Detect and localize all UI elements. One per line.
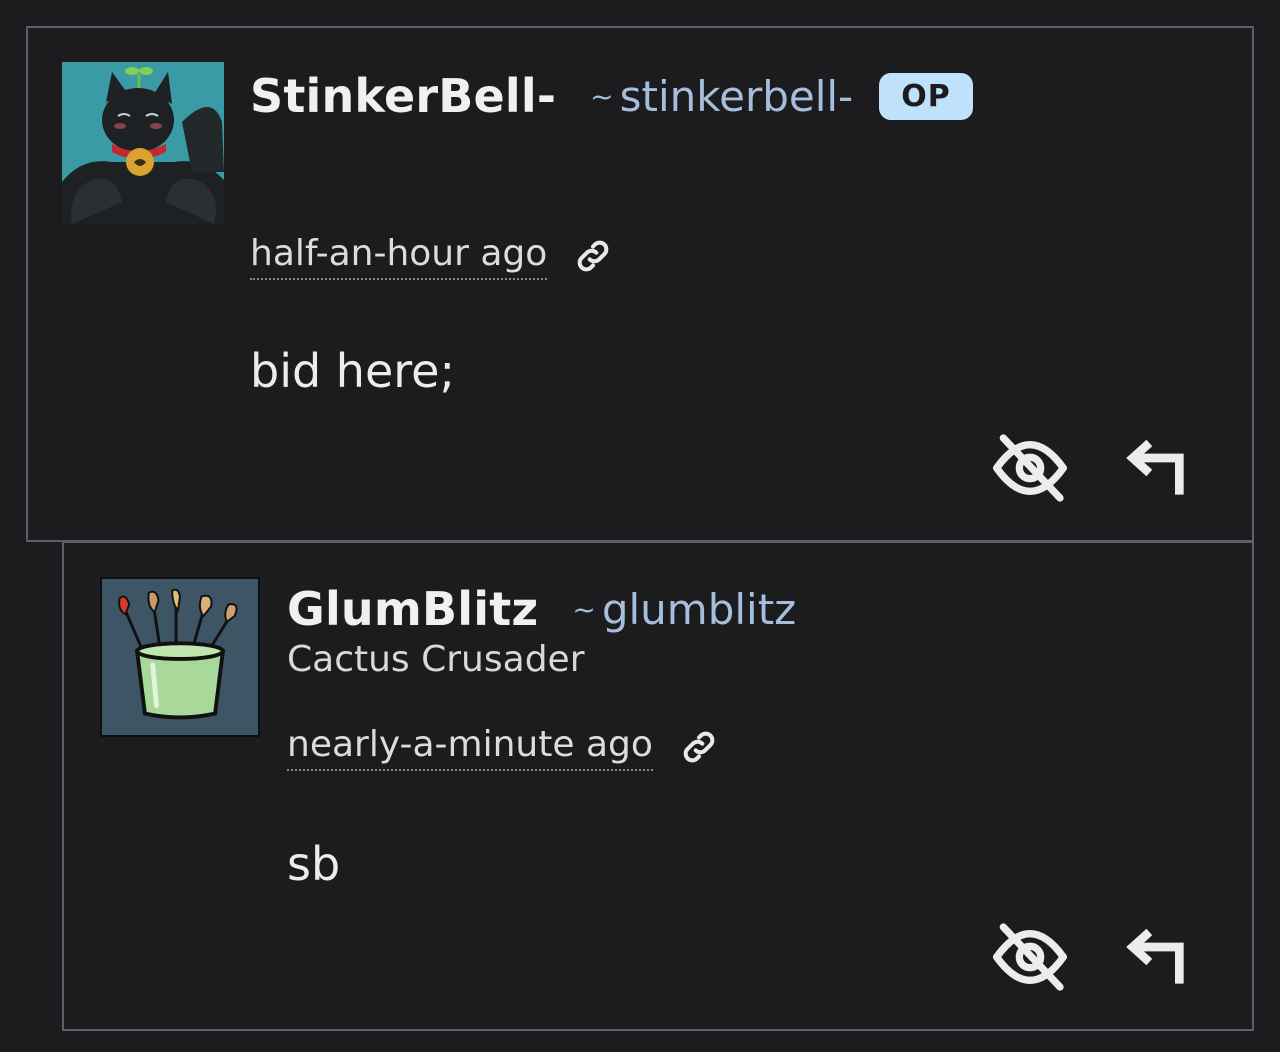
comment-header: GlumBlitz ~ glumblitz (287, 579, 796, 639)
user-handle[interactable]: ~ stinkerbell- (590, 72, 853, 121)
comment-card: StinkerBell- ~ stinkerbell- OP half-an-h… (26, 26, 1254, 542)
paintbrush-cup-avatar-image (102, 579, 258, 735)
comment-header: StinkerBell- ~ stinkerbell- OP (250, 66, 973, 126)
op-badge: OP (879, 72, 973, 120)
user-handle[interactable]: ~ glumblitz (572, 585, 796, 634)
handle-prefix: ~ (590, 79, 614, 113)
reply-icon[interactable] (1116, 428, 1196, 508)
hide-icon[interactable] (990, 428, 1070, 508)
avatar[interactable] (62, 62, 224, 224)
comment-body: bid here; (250, 344, 455, 398)
comment-actions (990, 917, 1196, 997)
reply-icon[interactable] (1116, 917, 1196, 997)
comment-meta: half-an-hour ago (250, 232, 613, 280)
comment-thread: StinkerBell- ~ stinkerbell- OP half-an-h… (0, 0, 1280, 1052)
comment-card: GlumBlitz ~ glumblitz Cactus Crusader ne… (62, 541, 1254, 1031)
display-name[interactable]: StinkerBell- (250, 69, 556, 123)
comment-meta: nearly-a-minute ago (287, 723, 719, 771)
handle-text: stinkerbell- (619, 71, 854, 121)
avatar[interactable] (100, 577, 260, 737)
permalink-icon[interactable] (573, 236, 613, 276)
hide-icon[interactable] (990, 917, 1070, 997)
permalink-icon[interactable] (679, 727, 719, 767)
black-cat-avatar-image (62, 62, 224, 224)
timestamp[interactable]: nearly-a-minute ago (287, 723, 653, 771)
user-title: Cactus Crusader (287, 639, 585, 680)
comment-body: sb (287, 837, 341, 891)
display-name[interactable]: GlumBlitz (287, 582, 538, 636)
handle-text: glumblitz (601, 584, 797, 634)
comment-actions (990, 428, 1196, 508)
handle-prefix: ~ (572, 592, 596, 626)
timestamp[interactable]: half-an-hour ago (250, 232, 548, 280)
